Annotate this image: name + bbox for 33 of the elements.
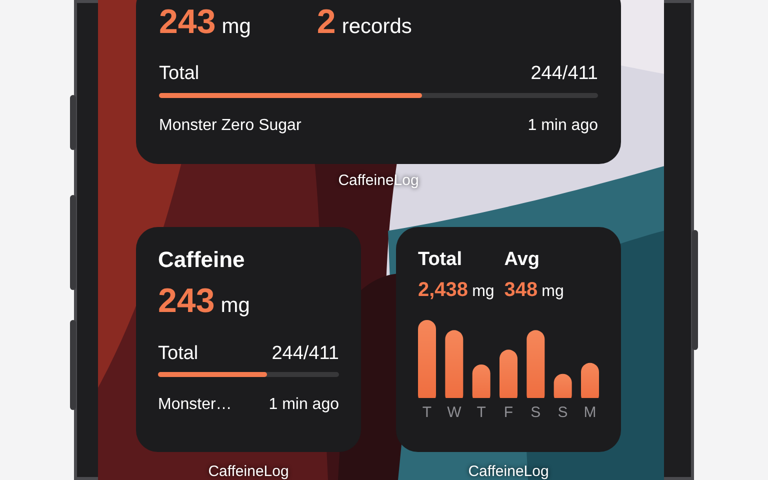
caffeine-amount: 243: [158, 280, 215, 320]
time-ago: 1 min ago: [268, 395, 339, 415]
unit-label: mg: [222, 14, 251, 40]
caffeine-amount: 243: [159, 2, 216, 42]
day-label: S: [556, 404, 569, 420]
last-drink: Monster Zero Sugar: [159, 116, 302, 136]
day-label: S: [530, 404, 542, 420]
day-label: T: [421, 404, 433, 420]
stat-label: Avg: [504, 248, 540, 270]
weekly-chart-widget[interactable]: Total 2,438 mg Avg 348 mg T W T F S S M: [396, 226, 621, 452]
widget-title: Caffeine: [158, 246, 246, 272]
widget-label: CaffeineLog: [207, 462, 290, 480]
day-label: M: [582, 404, 598, 420]
time-ago: 1 min ago: [528, 116, 598, 136]
record-count: 2: [316, 2, 336, 42]
day-label: F: [502, 404, 514, 420]
total-value: 244/411: [272, 343, 339, 365]
last-drink: Monster…: [158, 395, 232, 415]
stat-value: 348: [504, 278, 538, 302]
total-value: 244/411: [530, 62, 598, 84]
widget-label: CaffeineLog: [467, 462, 550, 480]
stat-value: 2,438: [418, 278, 468, 302]
day-label: T: [476, 404, 487, 420]
unit-label: mg: [472, 282, 494, 302]
unit-label: mg: [542, 282, 564, 302]
caffeine-widget[interactable]: Caffeine 243 mg Total 244/411 Monster… 1 min ago: [136, 226, 361, 452]
day-label: W: [446, 404, 462, 420]
total-label: Total: [158, 343, 198, 365]
unit-label: mg: [220, 292, 250, 318]
unit-label: records: [342, 14, 412, 40]
total-label: Total: [159, 62, 200, 84]
stat-label: Total: [418, 248, 463, 270]
caffeine-widget[interactable]: 243 mg 2 records Total 244/411 Monster Zero Sugar 1 min ago: [136, 0, 621, 164]
